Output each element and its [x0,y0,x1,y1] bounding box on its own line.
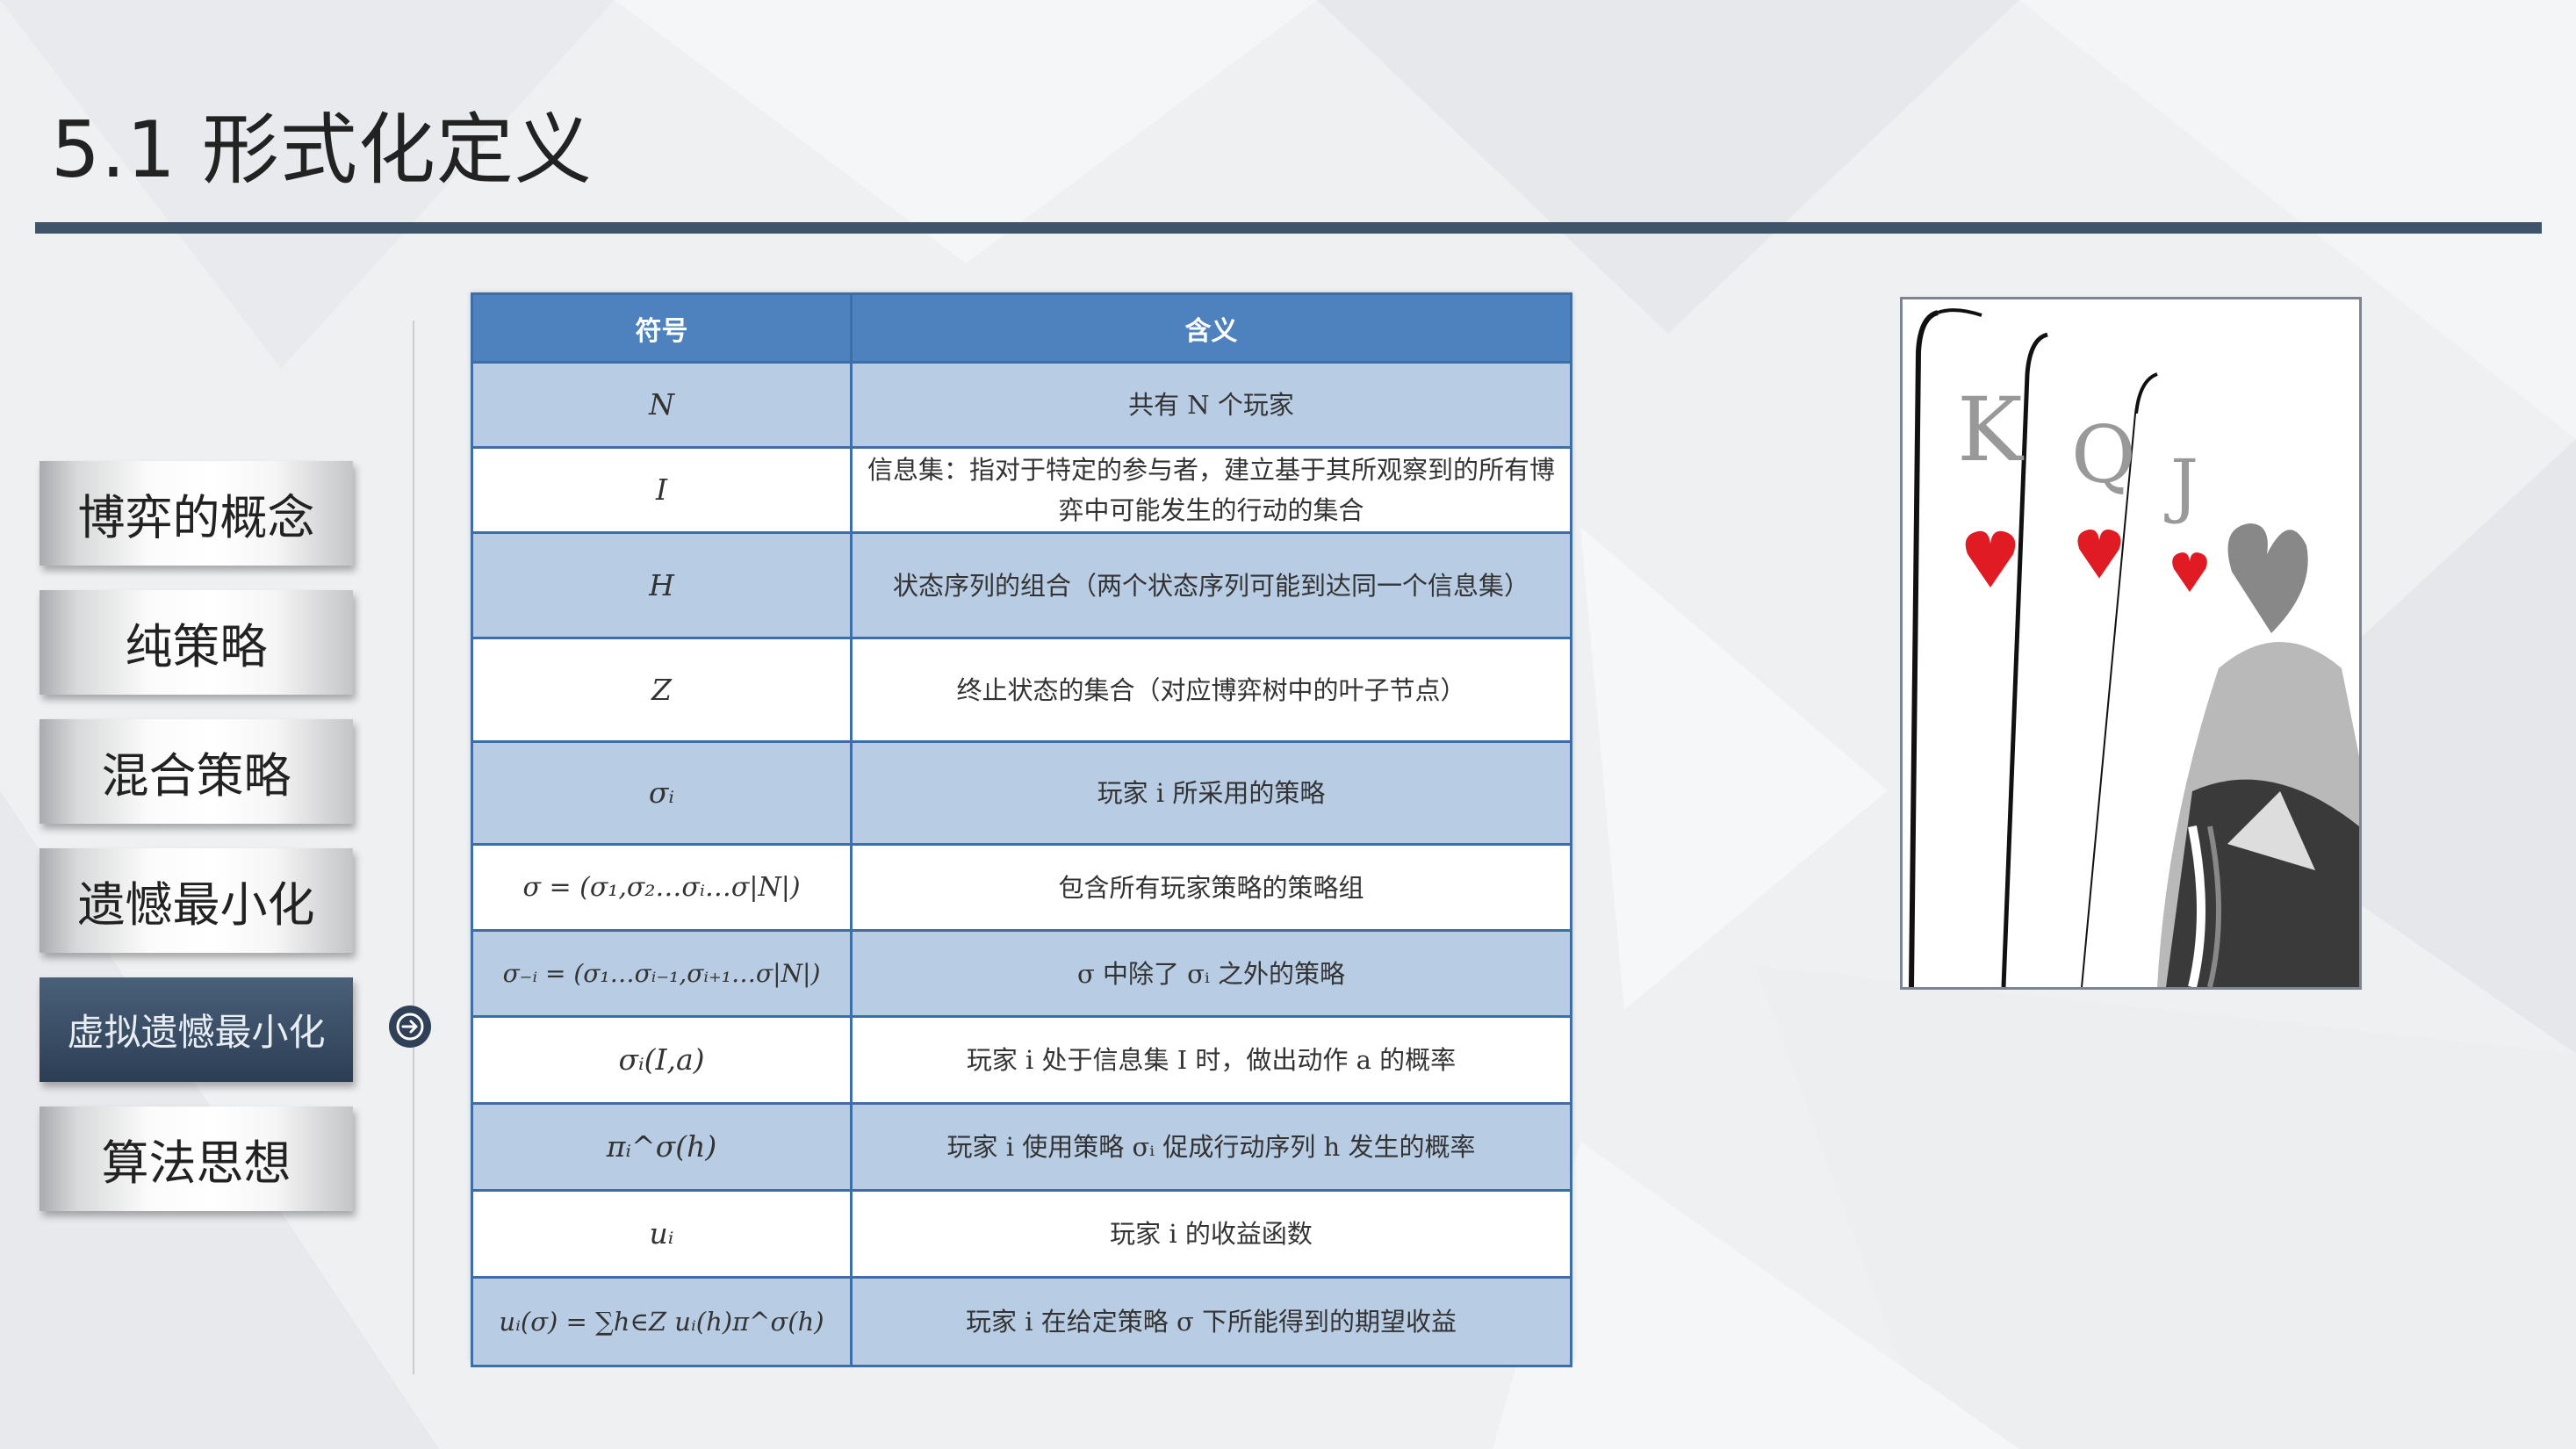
nav-item-label: 纯策略 [125,619,268,674]
meaning-cell: 玩家 i 在给定策略 σ 下所能得到的期望收益 [850,1276,1572,1367]
table-row: uᵢ 玩家 i 的收益函数 [471,1189,1572,1279]
meaning-cell: 玩家 i 所采用的策略 [850,740,1572,846]
nav-item-algorithm-idea[interactable]: 算法思想 [40,1107,353,1211]
heart-icon [1965,530,2016,588]
symbol-cell: H [471,531,853,639]
meaning-cell: 玩家 i 处于信息集 I 时，做出动作 a 的概率 [850,1015,1572,1105]
table-row: uᵢ(σ) = ∑h∈Z uᵢ(h)π^σ(h) 玩家 i 在给定策略 σ 下所… [471,1276,1572,1367]
nav-item-label: 算法思想 [101,1135,291,1191]
meaning-cell: 信息集：指对于特定的参与者，建立基于其所观察到的所有博弈中可能发生的行动的集合 [850,446,1572,534]
table-row: H 状态序列的组合（两个状态序列可能到达同一个信息集） [471,531,1572,639]
nav-item-mixed-strategy[interactable]: 混合策略 [40,719,353,824]
nav-item-label: 混合策略 [101,748,291,804]
symbol-cell: σᵢ [471,740,853,846]
card-k-label: K [1957,378,2023,481]
nav-item-label: 博弈的概念 [77,490,315,545]
heart-icon [2077,529,2121,579]
symbol-table: 符号 含义 N 共有 N 个玩家 I 信息集：指对于特定的参与者，建立基于其所观… [471,292,1572,1367]
nav-item-label: 虚拟遗憾最小化 [67,1011,326,1054]
header-symbol: 符号 [471,292,853,364]
nav-item-game-concept[interactable]: 博弈的概念 [40,461,353,566]
meaning-cell: 共有 N 个玩家 [850,361,1572,449]
meaning-cell: 状态序列的组合（两个状态序列可能到达同一个信息集） [850,531,1572,639]
arrow-right-circle-icon [389,1006,431,1048]
table-row: I 信息集：指对于特定的参与者，建立基于其所观察到的所有博弈中可能发生的行动的集… [471,446,1572,534]
symbol-cell: σ₋ᵢ = (σ₁…σᵢ₋₁,σᵢ₊₁…σ|N|) [471,929,853,1018]
title-divider [35,222,2542,234]
card-q-label: Q [2071,409,2136,501]
symbol-cell: Z [471,637,853,743]
table-row: Z 终止状态的集合（对应博弈树中的叶子节点） [471,637,1572,743]
table-row: σᵢ 玩家 i 所采用的策略 [471,740,1572,846]
nav-item-label: 遗憾最小化 [77,877,315,933]
nav-item-counterfactual-regret[interactable]: 虚拟遗憾最小化 [40,977,353,1082]
playing-cards-image: K Q J [1900,297,2362,990]
table-row: σ₋ᵢ = (σ₁…σᵢ₋₁,σᵢ₊₁…σ|N|) σ 中除了 σᵢ 之外的策略 [471,929,1572,1018]
table-row: N 共有 N 个玩家 [471,361,1572,449]
meaning-cell: 终止状态的集合（对应博弈树中的叶子节点） [850,637,1572,743]
meaning-cell: 包含所有玩家策略的策略组 [850,843,1572,932]
card-j-label: J [2170,444,2199,526]
symbol-cell: σ = (σ₁,σ₂…σᵢ…σ|N|) [471,843,853,932]
nav-item-regret-minimization[interactable]: 遗憾最小化 [40,848,353,953]
nav-divider [413,321,414,1374]
meaning-cell: 玩家 i 的收益函数 [850,1189,1572,1279]
heart-icon [2172,552,2207,593]
symbol-cell: πᵢ^σ(h) [471,1102,853,1192]
symbol-cell: N [471,361,853,449]
table-row: σᵢ(I,a) 玩家 i 处于信息集 I 时，做出动作 a 的概率 [471,1015,1572,1105]
header-meaning: 含义 [850,292,1572,364]
meaning-cell: σ 中除了 σᵢ 之外的策略 [850,929,1572,1018]
meaning-cell: 玩家 i 使用策略 σᵢ 促成行动序列 h 发生的概率 [850,1102,1572,1192]
nav-item-pure-strategy[interactable]: 纯策略 [40,590,353,695]
table-row: πᵢ^σ(h) 玩家 i 使用策略 σᵢ 促成行动序列 h 发生的概率 [471,1102,1572,1192]
symbol-cell: uᵢ(σ) = ∑h∈Z uᵢ(h)π^σ(h) [471,1276,853,1367]
table-row: σ = (σ₁,σ₂…σᵢ…σ|N|) 包含所有玩家策略的策略组 [471,843,1572,932]
slide-title: 5.1 形式化定义 [51,105,593,195]
symbol-cell: uᵢ [471,1189,853,1279]
symbol-cell: I [471,446,853,534]
symbol-cell: σᵢ(I,a) [471,1015,853,1105]
